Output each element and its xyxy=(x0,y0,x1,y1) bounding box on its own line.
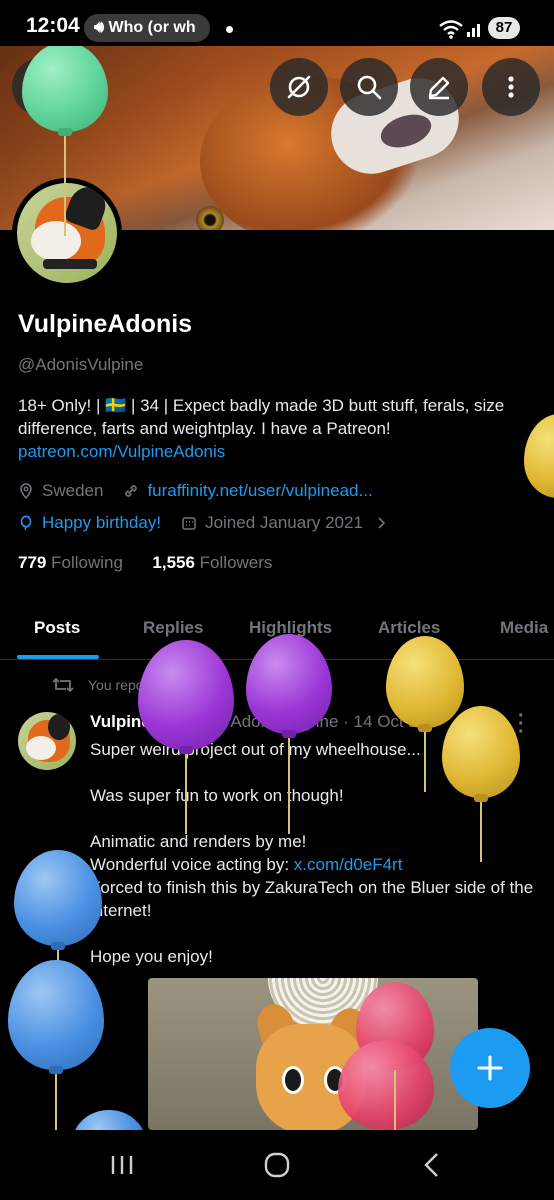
compose-button[interactable] xyxy=(450,1028,530,1108)
follow-stats: 779 Following 1,556 Followers xyxy=(18,553,272,573)
location-icon xyxy=(20,483,32,499)
media-label: Who (or wh xyxy=(108,19,196,36)
edit-button[interactable] xyxy=(410,58,468,116)
user-handle: @AdonisVulpine xyxy=(18,355,144,374)
following-link[interactable]: 779 Following xyxy=(18,553,123,572)
bio-text: 18+ Only! | 🇸🇪 | 34 | Expect badly made … xyxy=(18,396,505,438)
recent-apps-button[interactable] xyxy=(102,1148,142,1182)
tab-replies[interactable]: Replies xyxy=(143,618,203,638)
profile-meta-row: Sweden furaffinity.net/user/vulpinead... xyxy=(18,481,373,501)
balloon-icon xyxy=(20,515,32,531)
home-button[interactable] xyxy=(257,1148,297,1182)
plus-icon xyxy=(477,1055,503,1081)
following-label: Following xyxy=(51,553,123,572)
back-chevron-icon xyxy=(424,1153,438,1177)
post-more-icon[interactable]: · · · xyxy=(518,706,525,742)
post-line: Forced to finish this by ZakuraTech on t… xyxy=(90,878,534,920)
tab-articles[interactable]: Articles xyxy=(378,618,440,638)
media-playing-chip[interactable]: 🔊︎ Who (or wh xyxy=(84,14,210,42)
profile-bio: 18+ Only! | 🇸🇪 | 34 | Expect badly made … xyxy=(18,394,538,463)
followers-label: Followers xyxy=(199,553,273,572)
search-button[interactable] xyxy=(340,58,398,116)
battery-indicator: 87 xyxy=(488,17,520,39)
tab-media[interactable]: Media xyxy=(500,618,548,638)
grok-button[interactable] xyxy=(270,58,328,116)
bio-link[interactable]: patreon.com/VulpineAdonis xyxy=(18,442,225,461)
joined-date: Joined January 2021 xyxy=(205,513,363,532)
chevron-right-icon[interactable] xyxy=(373,515,389,531)
repost-icon xyxy=(52,678,74,692)
location-text: Sweden xyxy=(42,481,104,500)
post-line: Animatic and renders by me! xyxy=(90,832,307,851)
recent-apps-icon xyxy=(111,1156,133,1174)
post-line: Wonderful voice acting by: xyxy=(90,855,294,874)
birthday-text[interactable]: Happy birthday! xyxy=(42,513,161,533)
system-nav-bar xyxy=(0,1130,554,1200)
more-vertical-icon xyxy=(508,76,514,98)
website-link[interactable]: furaffinity.net/user/vulpinead... xyxy=(147,481,372,501)
profile-meta-row-2: Happy birthday! Joined January 2021 xyxy=(18,513,389,533)
status-bar: 12:04 🔊︎ Who (or wh 87 xyxy=(0,0,554,46)
status-time: 12:04 xyxy=(26,14,80,37)
followers-link[interactable]: 1,556 Followers xyxy=(152,553,272,572)
display-name: VulpineAdonis xyxy=(18,310,193,338)
calendar-icon xyxy=(182,517,196,530)
tab-posts[interactable]: Posts xyxy=(34,618,80,638)
speaker-icon: 🔊︎ xyxy=(94,19,105,36)
link-icon xyxy=(125,485,138,497)
following-count: 779 xyxy=(18,553,47,572)
grok-icon xyxy=(287,75,311,99)
back-nav-button[interactable] xyxy=(412,1148,452,1182)
active-tab-indicator xyxy=(17,655,99,659)
post-line: Hope you enjoy! xyxy=(90,947,213,966)
profile-avatar[interactable] xyxy=(12,178,122,288)
home-icon xyxy=(264,1152,290,1178)
post-author-avatar[interactable] xyxy=(18,712,76,770)
wifi-icon xyxy=(439,20,463,39)
notification-dot xyxy=(226,26,233,33)
post-link[interactable]: x.com/d0eF4rt xyxy=(294,855,403,874)
followers-count: 1,556 xyxy=(152,553,195,572)
search-icon xyxy=(357,75,382,100)
edit-icon xyxy=(428,76,450,100)
signal-icon xyxy=(467,24,480,37)
more-options-button[interactable] xyxy=(482,58,540,116)
